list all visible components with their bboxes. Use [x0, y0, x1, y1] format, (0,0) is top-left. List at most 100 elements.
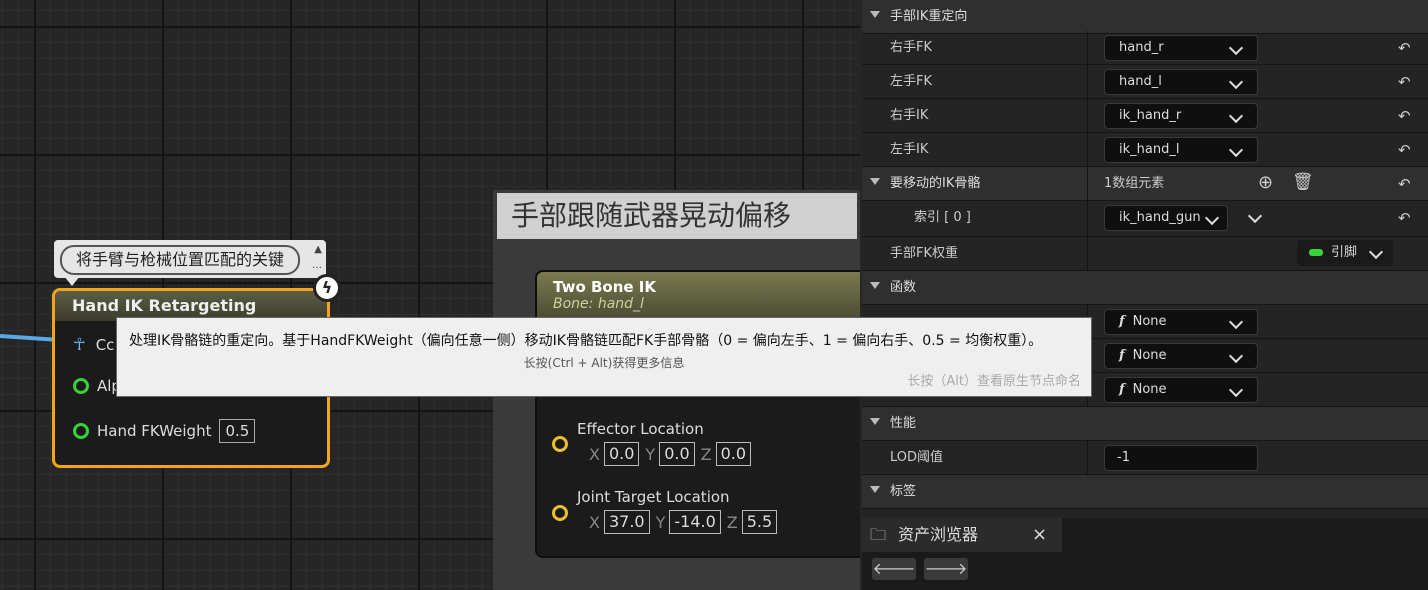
node-comment-bubble[interactable]: 将手臂与枪械位置匹配的关键 ▲ …: [54, 240, 326, 278]
reset-icon[interactable]: ↶: [1398, 73, 1411, 91]
function-combo[interactable]: f None: [1104, 343, 1258, 369]
chevron-down-icon: [1228, 74, 1244, 90]
folder-icon: 🗀: [870, 525, 887, 544]
effector-location-fields: X 0.0 Y 0.0 Z 0.0: [589, 442, 757, 466]
comment-box-title[interactable]: 手部跟随武器晃动偏移: [497, 193, 857, 239]
component-pose-pin[interactable]: ☥ Cc: [73, 335, 114, 355]
weight-input[interactable]: 0.5: [219, 419, 256, 443]
chevron-down-icon: [1228, 382, 1244, 398]
combo-value: ik_hand_l: [1119, 142, 1180, 157]
more-icon[interactable]: …: [312, 260, 322, 271]
chevron-down-icon: [1228, 314, 1244, 330]
joint-x-input[interactable]: 37.0: [603, 510, 650, 534]
effector-z-input[interactable]: 0.0: [715, 442, 752, 466]
property-fk-weight: 手部FK权重 引脚: [862, 237, 1428, 271]
property-lod-threshold: LOD阈值 -1: [862, 441, 1428, 475]
property-index-0: 索引 [ 0 ] ik_hand_gun ↶: [862, 201, 1428, 237]
property-label: 右手IK: [890, 108, 929, 123]
category-hand-ik[interactable]: 手部IK重定向: [862, 0, 1428, 34]
bone-combo[interactable]: ik_hand_gun: [1104, 205, 1228, 231]
add-element-icon[interactable]: ⊕: [1258, 172, 1273, 193]
node-subtitle: Bone: hand_l: [553, 296, 644, 312]
blueprint-graph[interactable]: 将手臂与枪械位置匹配的关键 ▲ … Hand IK Retargeting ☥ …: [0, 0, 860, 590]
property-right-ik: 右手IK ik_hand_r ↶: [862, 99, 1428, 133]
joint-y-input[interactable]: -14.0: [669, 510, 721, 534]
vector-pin-icon[interactable]: [552, 505, 568, 521]
function-icon: f: [1119, 382, 1125, 397]
effector-x-input[interactable]: 0.0: [603, 442, 640, 466]
combo-value: None: [1132, 348, 1167, 363]
category-label: 手部IK重定向: [890, 9, 968, 24]
axis-y-label: Y: [645, 444, 656, 464]
combo-value: None: [1132, 382, 1167, 397]
property-label: LOD阈值: [890, 450, 944, 465]
chevron-down-icon: [1204, 210, 1220, 226]
tooltip-text: 处理IK骨骼链的重定向。基于HandFKWeight（偏向任意一侧）移动IK骨骼…: [129, 333, 1043, 349]
lod-input[interactable]: -1: [1104, 445, 1258, 471]
trash-icon[interactable]: 🗑: [1292, 172, 1314, 192]
axis-y-label: Y: [655, 512, 666, 532]
chevron-down-icon: [1228, 142, 1244, 158]
property-label: 右手FK: [890, 40, 933, 55]
function-combo[interactable]: f None: [1104, 377, 1258, 403]
combo-value: ik_hand_r: [1119, 108, 1182, 123]
category-performance[interactable]: 性能: [862, 407, 1428, 441]
reset-icon[interactable]: ↶: [1398, 141, 1411, 159]
vector-pin-icon[interactable]: [552, 436, 568, 452]
reset-icon[interactable]: ↶: [1398, 39, 1411, 57]
bone-combo[interactable]: hand_r: [1104, 35, 1258, 61]
pin-indicator: [1309, 249, 1323, 256]
bone-combo[interactable]: ik_hand_r: [1104, 103, 1258, 129]
collapse-icon[interactable]: [870, 282, 880, 289]
array-count: 1数组元素: [1104, 176, 1165, 191]
forward-button[interactable]: 🡒: [924, 558, 968, 580]
reset-icon[interactable]: ↶: [1398, 175, 1411, 193]
collapse-icon[interactable]: [870, 178, 880, 185]
property-ik-bones-array[interactable]: 要移动的IK骨骼 1数组元素 ⊕ 🗑 ↶: [862, 167, 1428, 201]
chevron-down-icon[interactable]: [1247, 208, 1263, 224]
joint-target-location-label: Joint Target Location: [577, 488, 730, 506]
details-panel: 手部IK重定向 右手FK hand_r ↶ 左手FK hand_l ↶ 右手IK…: [862, 0, 1428, 520]
axis-x-label: X: [589, 512, 600, 532]
joint-z-input[interactable]: 5.5: [741, 510, 778, 534]
reset-icon[interactable]: ↶: [1398, 209, 1411, 227]
alpha-pin[interactable]: Alp: [73, 377, 121, 395]
bone-combo[interactable]: ik_hand_l: [1104, 137, 1258, 163]
close-icon[interactable]: ×: [1032, 518, 1047, 552]
category-functions[interactable]: 函数: [862, 271, 1428, 305]
category-label: 标签: [890, 484, 917, 499]
wire: [0, 334, 60, 342]
chevron-down-icon: [1228, 40, 1244, 56]
axis-x-label: X: [589, 444, 600, 464]
reset-icon[interactable]: ↶: [1398, 107, 1411, 125]
hand-fk-weight-pin[interactable]: Hand FKWeight 0.5: [73, 419, 256, 443]
chevron-down-icon: [1228, 108, 1244, 124]
pin-toggle-label: 引脚: [1331, 245, 1358, 260]
collapse-icon[interactable]: [870, 486, 880, 493]
property-left-ik: 左手IK ik_hand_l ↶: [862, 133, 1428, 167]
combo-value: ik_hand_gun: [1119, 210, 1201, 225]
effector-y-input[interactable]: 0.0: [659, 442, 695, 466]
pin-icon[interactable]: ▲: [314, 244, 322, 255]
function-combo[interactable]: f None: [1104, 309, 1258, 335]
property-label: 左手IK: [890, 142, 929, 157]
combo-value: hand_l: [1119, 74, 1162, 89]
combo-value: None: [1132, 314, 1167, 329]
node-tooltip: 处理IK骨骼链的重定向。基于HandFKWeight（偏向任意一侧）移动IK骨骼…: [116, 317, 1092, 397]
tab-label: 资产浏览器: [898, 525, 979, 544]
collapse-icon[interactable]: [870, 418, 880, 425]
bone-combo[interactable]: hand_l: [1104, 69, 1258, 95]
bubble-tail: [64, 276, 80, 286]
property-label: 左手FK: [890, 74, 933, 89]
collapse-icon[interactable]: [870, 11, 880, 18]
pin-toggle[interactable]: 引脚: [1297, 240, 1393, 266]
category-tags[interactable]: 标签: [862, 475, 1428, 509]
exec-pin-icon: [73, 378, 89, 394]
chevron-down-icon: [1368, 244, 1384, 260]
category-label: 性能: [890, 416, 917, 431]
back-button[interactable]: 🡐: [872, 558, 916, 580]
joint-target-fields: X 37.0 Y -14.0 Z 5.5: [589, 510, 783, 534]
chevron-down-icon: [1228, 348, 1244, 364]
axis-z-label: Z: [726, 512, 738, 532]
tab-asset-browser[interactable]: 🗀 资产浏览器 ×: [862, 518, 1062, 552]
